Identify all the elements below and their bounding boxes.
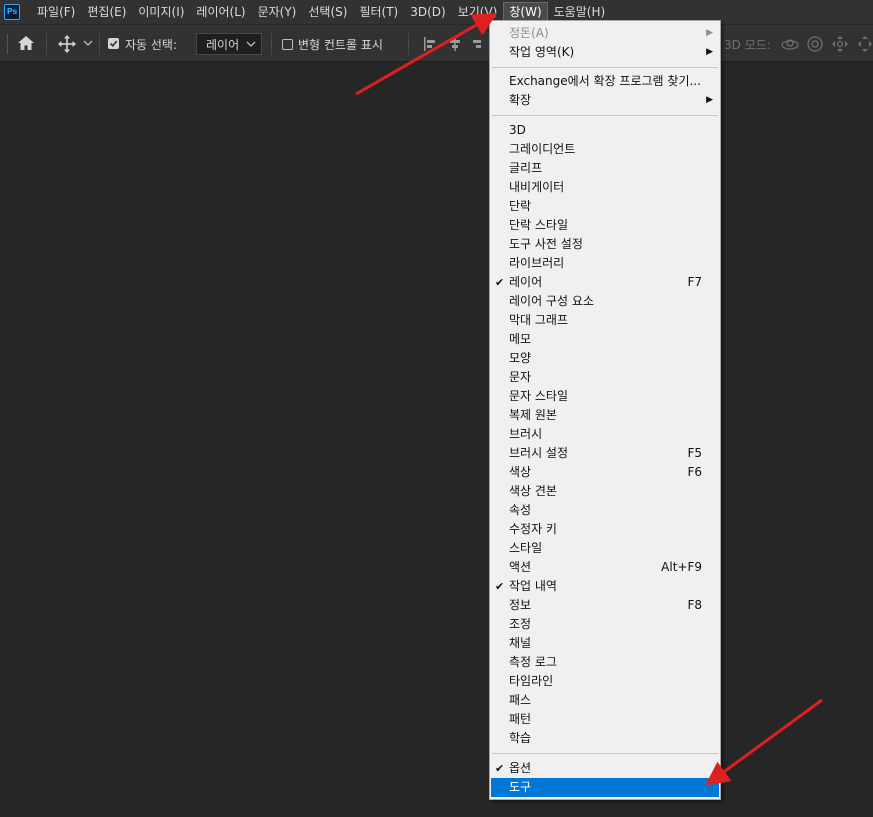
align-left-edges-icon[interactable] bbox=[423, 36, 437, 52]
menu-item-styles[interactable]: 스타일 bbox=[491, 539, 719, 558]
menu-item-info[interactable]: 정보 F8 bbox=[491, 596, 719, 615]
menu-item-workspace[interactable]: 작업 영역(K) ▶ bbox=[491, 43, 719, 62]
checkmark-icon: ✔ bbox=[495, 276, 505, 289]
menu-item-character-styles[interactable]: 문자 스타일 bbox=[491, 387, 719, 406]
menu-separator bbox=[492, 67, 718, 68]
menu-item-brush-settings[interactable]: 브러시 설정 F5 bbox=[491, 444, 719, 463]
menu-image[interactable]: 이미지(I) bbox=[133, 3, 189, 21]
auto-select-checkbox[interactable] bbox=[108, 38, 119, 49]
menu-window[interactable]: 창(W) bbox=[503, 2, 548, 22]
menu-separator bbox=[492, 115, 718, 116]
auto-select-dropdown[interactable]: 레이어 bbox=[196, 33, 262, 55]
menu-item-measurement-log[interactable]: 측정 로그 bbox=[491, 653, 719, 672]
menu-item-timeline[interactable]: 타임라인 bbox=[491, 672, 719, 691]
checkmark-icon: ✔ bbox=[495, 580, 505, 593]
pan-3d-camera-icon[interactable] bbox=[831, 35, 849, 53]
separator bbox=[271, 33, 272, 55]
menu-item-character[interactable]: 문자 bbox=[491, 368, 719, 387]
align-horizontal-centers-icon[interactable] bbox=[448, 36, 462, 52]
menu-filter[interactable]: 필터(T) bbox=[354, 3, 403, 21]
arrow-to-tools-item bbox=[705, 698, 823, 786]
annotation-arrows bbox=[355, 13, 823, 786]
menubar: Ps 파일(F) 편집(E) 이미지(I) 레이어(L) 문자(Y) 선택(S)… bbox=[0, 0, 873, 24]
transform-controls-checkbox[interactable] bbox=[282, 39, 293, 50]
menu-item-paragraph-styles[interactable]: 단락 스타일 bbox=[491, 216, 719, 235]
menu-file[interactable]: 파일(F) bbox=[32, 3, 80, 21]
menu-item-clone-source[interactable]: 복제 원본 bbox=[491, 406, 719, 425]
menu-item-learn[interactable]: 학습 bbox=[491, 729, 719, 748]
checkmark-icon: ✔ bbox=[495, 762, 505, 775]
transform-controls-label: 변형 컨트롤 표시 bbox=[298, 38, 383, 52]
auto-select-label: 자동 선택: bbox=[125, 38, 178, 52]
auto-select-value: 레이어 bbox=[206, 37, 240, 52]
window-menu-dropdown: 정돈(A) ▶ 작업 영역(K) ▶ Exchange에서 확장 프로그램 찾기… bbox=[489, 20, 721, 800]
menu-separator bbox=[492, 753, 718, 754]
slide-3d-camera-icon[interactable] bbox=[857, 35, 873, 53]
menu-3d[interactable]: 3D(D) bbox=[405, 3, 450, 21]
submenu-arrow-icon: ▶ bbox=[706, 28, 713, 38]
menu-item-navigator[interactable]: 내비게이터 bbox=[491, 178, 719, 197]
submenu-arrow-icon: ▶ bbox=[706, 95, 713, 105]
menu-item-paragraph[interactable]: 단락 bbox=[491, 197, 719, 216]
menu-item-options[interactable]: ✔ 옵션 bbox=[491, 759, 719, 778]
menu-item-paths[interactable]: 패스 bbox=[491, 691, 719, 710]
menu-item-notes[interactable]: 메모 bbox=[491, 330, 719, 349]
tool-preset-chevron-down-icon[interactable] bbox=[83, 39, 93, 47]
separator bbox=[99, 33, 100, 55]
3d-mode-label: 3D 모드: bbox=[724, 38, 771, 52]
menu-item-gradients[interactable]: 그레이디언트 bbox=[491, 140, 719, 159]
menu-help[interactable]: 도움말(H) bbox=[549, 3, 611, 21]
menu-item-3d[interactable]: 3D bbox=[491, 121, 719, 140]
menu-item-color[interactable]: 색상 F6 bbox=[491, 463, 719, 482]
options-bar: 자동 선택: 레이어 변형 컨트롤 표시 3D 모드: bbox=[0, 24, 873, 62]
menu-item-find-extensions[interactable]: Exchange에서 확장 프로그램 찾기... bbox=[491, 72, 719, 91]
menu-item-extensions[interactable]: 확장 ▶ bbox=[491, 91, 719, 110]
menu-item-swatches[interactable]: 색상 견본 bbox=[491, 482, 719, 501]
menu-item-layer-comps[interactable]: 레이어 구성 요소 bbox=[491, 292, 719, 311]
roll-3d-camera-icon[interactable] bbox=[806, 35, 824, 53]
menu-view[interactable]: 보기(V) bbox=[453, 3, 503, 21]
menu-type[interactable]: 문자(Y) bbox=[253, 3, 302, 21]
menu-item-glyphs[interactable]: 글리프 bbox=[491, 159, 719, 178]
menu-item-actions[interactable]: 액션 Alt+F9 bbox=[491, 558, 719, 577]
submenu-arrow-icon: ▶ bbox=[706, 47, 713, 57]
menu-item-shapes[interactable]: 모양 bbox=[491, 349, 719, 368]
align-right-edges-icon[interactable] bbox=[473, 36, 483, 52]
move-tool-icon[interactable] bbox=[58, 35, 76, 53]
menu-item-properties[interactable]: 속성 bbox=[491, 501, 719, 520]
menu-item-modifier-keys[interactable]: 수정자 키 bbox=[491, 520, 719, 539]
menu-item-layers[interactable]: ✔ 레이어 F7 bbox=[491, 273, 719, 292]
menu-select[interactable]: 선택(S) bbox=[303, 3, 352, 21]
chevron-down-icon bbox=[246, 41, 256, 47]
orbit-3d-camera-icon[interactable] bbox=[780, 35, 800, 53]
menu-item-libraries[interactable]: 라이브러리 bbox=[491, 254, 719, 273]
menu-layer[interactable]: 레이어(L) bbox=[191, 3, 250, 21]
grip-icon bbox=[6, 34, 9, 54]
menu-edit[interactable]: 편집(E) bbox=[82, 3, 131, 21]
menu-item-channels[interactable]: 채널 bbox=[491, 634, 719, 653]
separator bbox=[46, 33, 47, 55]
menu-item-tools[interactable]: 도구 bbox=[491, 778, 719, 797]
menu-item-adjustments[interactable]: 조정 bbox=[491, 615, 719, 634]
separator bbox=[408, 33, 409, 55]
menu-item-arrange[interactable]: 정돈(A) ▶ bbox=[491, 24, 719, 43]
menu-item-patterns[interactable]: 패턴 bbox=[491, 710, 719, 729]
menu-item-history[interactable]: ✔ 작업 내역 bbox=[491, 577, 719, 596]
menu-item-histogram[interactable]: 막대 그래프 bbox=[491, 311, 719, 330]
home-icon[interactable] bbox=[17, 35, 35, 51]
photoshop-logo-icon: Ps bbox=[4, 4, 20, 20]
menu-item-tool-presets[interactable]: 도구 사전 설정 bbox=[491, 235, 719, 254]
menu-item-brushes[interactable]: 브러시 bbox=[491, 425, 719, 444]
